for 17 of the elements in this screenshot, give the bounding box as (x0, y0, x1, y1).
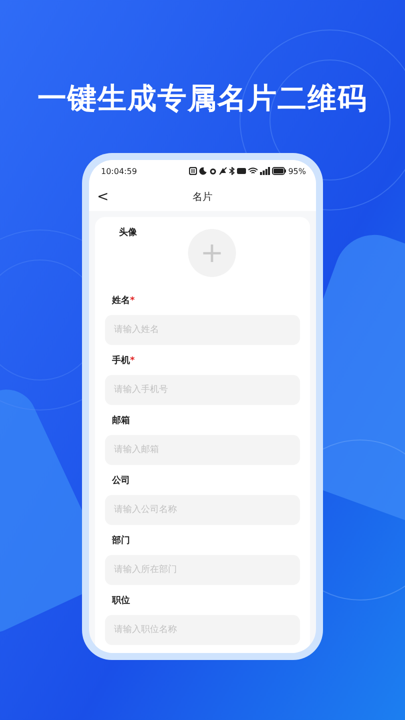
bluetooth-icon (229, 167, 236, 176)
back-button[interactable]: < (97, 188, 109, 205)
field-label: 手机* (111, 354, 136, 368)
status-time: 10:04:59 (101, 166, 137, 176)
field-label: 部门 (110, 534, 131, 548)
moon-icon (199, 167, 208, 176)
field-label: 头像 (118, 226, 137, 240)
wifi-icon (248, 167, 258, 176)
headline: 一键生成专属名片二维码 (38, 80, 368, 116)
field-label: 公司 (111, 474, 131, 488)
screen-title: 名片 (192, 190, 212, 204)
battery-level: 95% (288, 166, 306, 176)
signal-icon (260, 167, 270, 176)
field-label: 姓名* (110, 294, 136, 308)
field-label: 邮箱 (111, 414, 131, 428)
field-label: 职位 (110, 594, 131, 608)
battery-icon (272, 167, 286, 176)
